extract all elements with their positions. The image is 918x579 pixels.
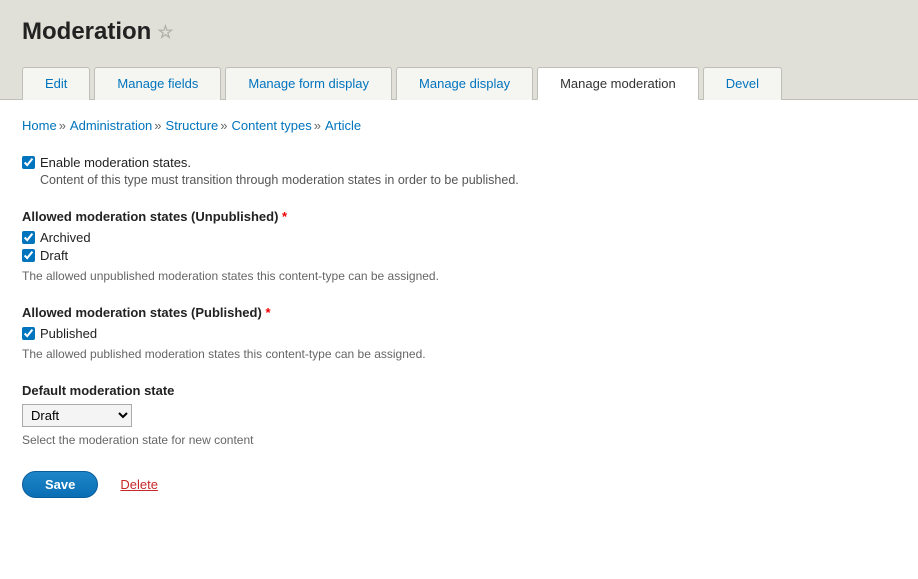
form-actions: Save Delete (22, 471, 896, 498)
unpublished-archived-label[interactable]: Archived (40, 230, 91, 245)
published-help: The allowed published moderation states … (22, 347, 896, 361)
required-marker: * (265, 305, 270, 320)
default-state-select[interactable]: Draft (22, 404, 132, 427)
enable-moderation-checkbox[interactable] (22, 156, 35, 169)
unpublished-draft-checkbox[interactable] (22, 249, 35, 262)
tab-manage-display[interactable]: Manage display (396, 67, 533, 100)
tab-manage-form-display[interactable]: Manage form display (225, 67, 392, 100)
breadcrumb-home[interactable]: Home (22, 118, 57, 133)
star-icon[interactable]: ☆ (157, 22, 173, 43)
unpublished-legend-text: Allowed moderation states (Unpublished) (22, 209, 278, 224)
breadcrumb-sep: » (312, 118, 325, 133)
default-state-legend: Default moderation state (22, 383, 896, 398)
page-title-text: Moderation (22, 18, 151, 46)
unpublished-archived-checkbox[interactable] (22, 231, 35, 244)
content-region: Home»Administration»Structure»Content ty… (0, 99, 918, 516)
breadcrumb-administration[interactable]: Administration (70, 118, 152, 133)
unpublished-legend: Allowed moderation states (Unpublished) … (22, 209, 896, 224)
enable-moderation-label[interactable]: Enable moderation states. (40, 155, 191, 170)
breadcrumb: Home»Administration»Structure»Content ty… (22, 118, 896, 133)
published-legend-text: Allowed moderation states (Published) (22, 305, 262, 320)
tab-devel[interactable]: Devel (703, 67, 782, 100)
unpublished-help: The allowed unpublished moderation state… (22, 269, 896, 283)
page-title: Moderation ☆ (22, 18, 896, 66)
published-published-checkbox[interactable] (22, 327, 35, 340)
breadcrumb-structure[interactable]: Structure (166, 118, 219, 133)
breadcrumb-sep: » (152, 118, 165, 133)
enable-moderation-item: Enable moderation states. Content of thi… (22, 155, 896, 187)
enable-moderation-description: Content of this type must transition thr… (40, 173, 896, 187)
default-state-help: Select the moderation state for new cont… (22, 433, 896, 447)
required-marker: * (282, 209, 287, 224)
delete-link[interactable]: Delete (120, 477, 158, 492)
tab-manage-moderation[interactable]: Manage moderation (537, 67, 699, 100)
breadcrumb-sep: » (218, 118, 231, 133)
unpublished-draft-label[interactable]: Draft (40, 248, 68, 263)
breadcrumb-sep: » (57, 118, 70, 133)
primary-tabs: Edit Manage fields Manage form display M… (22, 67, 896, 100)
tab-manage-fields[interactable]: Manage fields (94, 67, 221, 100)
save-button[interactable]: Save (22, 471, 98, 498)
breadcrumb-content-types[interactable]: Content types (232, 118, 312, 133)
published-legend: Allowed moderation states (Published) * (22, 305, 896, 320)
published-published-label[interactable]: Published (40, 326, 97, 341)
breadcrumb-article[interactable]: Article (325, 118, 361, 133)
tab-edit[interactable]: Edit (22, 67, 90, 100)
